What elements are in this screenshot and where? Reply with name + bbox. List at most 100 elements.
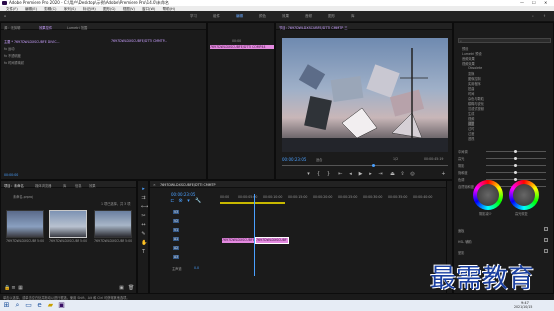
timeline-clip[interactable]: 7697DWLDXSCUBFE (222, 238, 254, 243)
pen-tool-icon[interactable]: ✎ (141, 232, 146, 237)
close-icon[interactable]: ✕ (153, 183, 156, 187)
settings-wrench-icon[interactable]: 🔧 (195, 199, 201, 204)
section-checkbox[interactable] (544, 249, 548, 253)
minimize-button[interactable]: — (520, 0, 524, 5)
go-to-out-icon[interactable]: ⇥ (378, 172, 383, 177)
lumetri-slider[interactable] (486, 150, 546, 153)
mark-out-icon[interactable]: } (326, 172, 331, 177)
clock-date[interactable]: 2021/10/15 (514, 305, 532, 309)
slider-knob[interactable] (514, 171, 517, 174)
tree-item[interactable]: Obsolete (468, 66, 482, 70)
linked-selection-icon[interactable]: ⊗ (178, 199, 183, 204)
premiere-icon[interactable]: ▣ (57, 301, 66, 310)
workspace-assembly[interactable]: 组件 (213, 14, 220, 19)
project-item-name[interactable]: 7697DWLDXSCUBF (94, 239, 124, 243)
workspace-effects[interactable]: 效果 (282, 14, 289, 19)
mini-timeline-clip[interactable]: 7697DWLDXSCUBFE/DTTI COMP44 (210, 45, 274, 49)
step-forward-icon[interactable]: ▸ (368, 172, 373, 177)
project-item-name[interactable]: 7697DWLDXSCUBFE.jpg (6, 239, 36, 243)
button-editor-icon[interactable]: + (441, 172, 446, 177)
workspace-libraries[interactable]: 库 (351, 14, 355, 19)
tab-effect-controls[interactable]: 效果控件 (39, 25, 52, 30)
highlight-color-wheel[interactable] (509, 180, 539, 210)
track-label[interactable]: V1 (173, 228, 180, 232)
playback-quality-dropdown[interactable]: 1/2 (393, 157, 398, 161)
section-label[interactable]: HSL 辅助 (458, 239, 472, 244)
track-label[interactable]: A1 (173, 237, 180, 241)
lumetri-slider[interactable] (486, 157, 546, 160)
program-playhead[interactable] (372, 164, 375, 167)
master-track-value[interactable]: 0.0 (194, 266, 199, 270)
tab-project[interactable]: 项目：未命名 (4, 183, 24, 188)
fx-time-remap[interactable]: fx 时间重映射 (4, 60, 24, 65)
track-select-icon[interactable]: ⇉ (141, 196, 146, 201)
fx-motion[interactable]: fx 运动 (4, 46, 14, 51)
mark-in-icon[interactable]: { (316, 172, 321, 177)
razor-tool-icon[interactable]: ✂ (141, 214, 146, 219)
maximize-button[interactable]: ☐ (532, 0, 536, 5)
lock-icon[interactable]: 🔒 (4, 286, 10, 291)
home-icon[interactable]: ⌂ (4, 14, 6, 18)
track-label[interactable]: A3 (173, 255, 180, 259)
shadow-color-wheel[interactable] (473, 180, 503, 210)
tab-info[interactable]: 信息 (75, 183, 82, 188)
hand-tool-icon[interactable]: ✋ (141, 241, 147, 246)
program-scrubber[interactable] (282, 164, 448, 167)
snap-icon[interactable]: ⊏ (170, 199, 175, 204)
track-label[interactable]: V3 (173, 210, 180, 214)
project-item-thumbnail[interactable] (6, 210, 44, 238)
project-item-thumbnail[interactable] (94, 210, 132, 238)
slider-knob[interactable] (514, 150, 517, 153)
tab-source[interactable]: 源：无剪辑 (4, 25, 20, 30)
section-checkbox[interactable] (544, 227, 548, 231)
section-label[interactable]: 晕影 (458, 250, 464, 255)
program-monitor-title[interactable]: 节目: 7697DWLDXSCUBFE/DTTI CMMTP 三 (279, 25, 348, 30)
tab-lumetri-scopes[interactable]: Lumetri 范围 (67, 25, 87, 30)
slip-tool-icon[interactable]: ↔ (141, 223, 146, 228)
new-bin-icon[interactable]: ▣ (119, 286, 124, 291)
project-item-thumbnail[interactable] (49, 210, 87, 238)
track-label[interactable]: A2 (173, 246, 180, 250)
timeline-playhead[interactable] (254, 194, 255, 276)
tab-effects[interactable]: 效果 (89, 183, 96, 188)
workspace-graphics[interactable]: 图形 (328, 14, 335, 19)
section-checkbox[interactable] (544, 238, 548, 242)
project-item-name[interactable]: 7697DWLDXSCUBF (49, 239, 79, 243)
fit-dropdown[interactable]: 适合 (316, 157, 322, 162)
trash-icon[interactable]: 🗑 (128, 286, 134, 291)
section-label[interactable]: 面板 (458, 228, 464, 233)
share-icon[interactable]: ⇪ (543, 14, 546, 18)
start-icon[interactable]: ⊞ (2, 301, 11, 310)
step-back-icon[interactable]: ◂ (348, 172, 353, 177)
effects-search-field[interactable]: ⌕ (458, 38, 551, 43)
workspace-color[interactable]: 颜色 (259, 14, 266, 19)
lumetri-slider[interactable] (486, 171, 546, 174)
type-tool-icon[interactable]: T (141, 250, 146, 255)
workspace-learn[interactable]: 学习 (190, 14, 197, 19)
track-label[interactable]: V2 (173, 219, 180, 223)
lumetri-slider[interactable] (486, 164, 546, 167)
extract-icon[interactable]: ⇪ (400, 172, 405, 177)
tab-libraries[interactable]: 库 (63, 183, 66, 188)
timeline-clip[interactable]: 7697DWLDXSCUBF (255, 237, 289, 244)
sequence-clip-label[interactable]: 7697DWLDXSCUBFE/DTTI CMMTP... (111, 39, 167, 43)
master-clip-label[interactable]: 主要 * 7697DWLDXSCUBFE DIVIC... (4, 39, 60, 44)
add-marker-icon[interactable]: ▾ (306, 172, 311, 177)
fx-opacity[interactable]: fx 不透明度 (4, 53, 21, 58)
tree-item[interactable]: 透视 (468, 136, 474, 141)
edge-icon[interactable]: e (35, 301, 44, 310)
program-timecode[interactable]: 00:00:23:05 (282, 157, 306, 162)
lumetri-slider[interactable] (486, 178, 546, 181)
workspace-audio[interactable]: 音频 (305, 14, 312, 19)
selection-tool-icon[interactable]: ▸ (141, 187, 146, 192)
workspace-editing[interactable]: 编辑 (236, 14, 243, 19)
go-to-in-icon[interactable]: ⇤ (338, 172, 343, 177)
export-frame-icon[interactable]: ◎ (410, 172, 415, 177)
close-button[interactable]: ✕ (544, 0, 547, 5)
play-icon[interactable]: ▶ (358, 172, 363, 177)
sequence-tab[interactable]: 7697DWLDXSCUBFE/DTTI CMMTP (160, 183, 216, 187)
slider-knob[interactable] (514, 164, 517, 167)
lift-icon[interactable]: ⏏ (390, 172, 395, 177)
add-marker-icon[interactable]: ▾ (186, 199, 191, 204)
ripple-edit-icon[interactable]: ⟷ (141, 205, 148, 210)
